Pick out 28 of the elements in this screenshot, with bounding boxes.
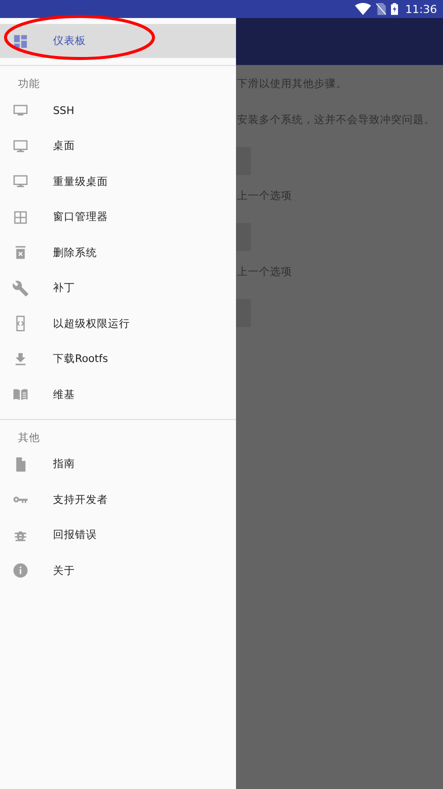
drawer-item[interactable]: 补丁 (0, 270, 236, 306)
grid-icon (12, 208, 29, 226)
dashboard-icon (12, 32, 29, 50)
drawer-item[interactable]: 指南 (0, 446, 236, 482)
monitor-icon (12, 138, 29, 155)
dimmed-button[interactable] (236, 299, 251, 327)
status-time: 11:36 (405, 2, 437, 16)
wifi-icon (355, 3, 372, 15)
dimmed-button[interactable] (236, 223, 251, 251)
info-icon (12, 562, 29, 580)
drawer-item[interactable]: 下载Rootfs (0, 342, 236, 377)
drawer-item[interactable]: 重量级桌面 (0, 164, 236, 200)
drawer-item[interactable]: 回报错误 (0, 518, 236, 553)
drawer-item[interactable]: 关于 (0, 553, 236, 588)
drawer-item[interactable]: 桌面 (0, 128, 236, 164)
drawer-item[interactable]: 仪表板 (0, 24, 236, 58)
drawer-item[interactable]: 删除系统 (0, 235, 236, 270)
battery-icon (391, 3, 398, 15)
drawer-item[interactable]: 维基 (0, 377, 236, 412)
no-sim-icon (376, 3, 386, 15)
section-header: 功能 (17, 77, 41, 92)
section-header: 其他 (17, 430, 41, 446)
drawer-item[interactable]: 以超级权限运行 (0, 306, 236, 342)
dimmed-button[interactable] (236, 147, 251, 175)
wrench-icon (12, 280, 29, 297)
drawer-item[interactable]: SSH (0, 93, 236, 128)
drawer-item[interactable]: 窗口管理器 (0, 200, 236, 235)
drawer-item[interactable]: 支持开发者 (0, 482, 236, 518)
